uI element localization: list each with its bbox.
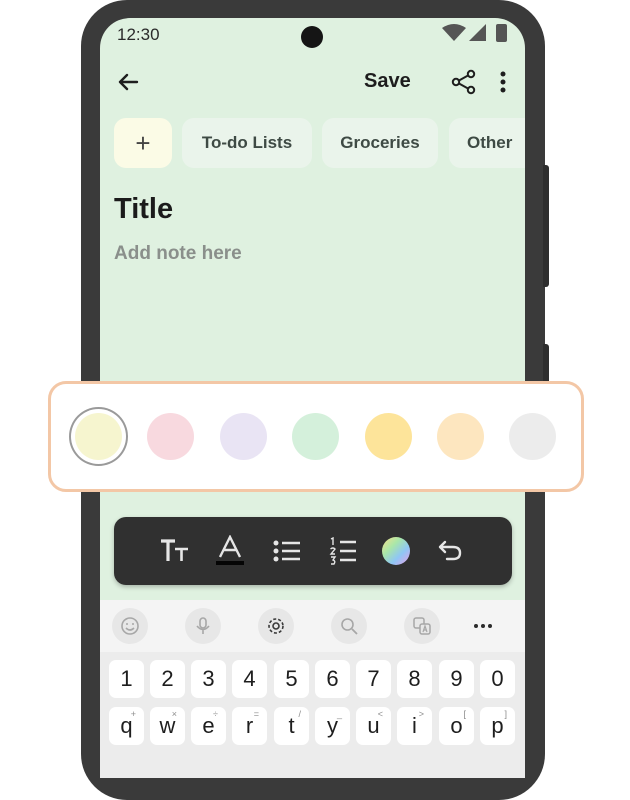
color-swatch[interactable] (147, 413, 194, 460)
key-number[interactable]: 2 (150, 660, 185, 698)
camera-cutout (301, 26, 323, 48)
voice-input-button[interactable] (185, 608, 221, 644)
key-number[interactable]: 9 (439, 660, 474, 698)
translate-icon (413, 617, 431, 635)
key-hint: + (130, 709, 136, 719)
more-vertical-icon (500, 71, 506, 93)
key-hint: ] (504, 709, 507, 719)
translate-button[interactable] (404, 608, 440, 644)
emoji-button[interactable] (112, 608, 148, 644)
key-hint: × (171, 709, 177, 719)
back-button[interactable] (114, 68, 142, 96)
undo-button[interactable] (433, 534, 467, 568)
key-label: t (288, 713, 295, 738)
status-icons (442, 24, 512, 44)
key-number[interactable]: 6 (315, 660, 350, 698)
key-hint: = (253, 709, 259, 719)
key-label: p (491, 713, 504, 738)
key-number[interactable]: 3 (191, 660, 226, 698)
text-color-icon (216, 535, 244, 565)
keyboard-search-button[interactable] (331, 608, 367, 644)
key-letter[interactable]: ] p (480, 707, 515, 745)
color-palette-icon (382, 537, 410, 565)
keyboard: 1 2 3 4 5 6 7 8 9 0 + q × w ÷ e = r / t _ y < u > i[o] p (100, 600, 525, 778)
color-picker-card (48, 381, 584, 492)
battery-icon (496, 24, 507, 42)
key-hint: _ (336, 709, 342, 719)
format-toolbar (114, 517, 512, 585)
key-hint: < (377, 709, 383, 719)
note-title[interactable]: Title (114, 193, 173, 226)
chip-other[interactable]: Other (449, 118, 525, 168)
key-number[interactable]: 4 (232, 660, 267, 698)
search-icon (341, 618, 358, 635)
status-time: 12:30 (117, 25, 160, 44)
bullet-list-icon (273, 540, 300, 562)
key-hint: / (298, 709, 301, 719)
bullet-list-button[interactable] (270, 534, 304, 568)
keyboard-settings-button[interactable] (258, 608, 294, 644)
save-button[interactable]: Save (364, 70, 411, 93)
signal-icon (469, 24, 486, 41)
key-hint: [ (463, 709, 466, 719)
key-letter[interactable]: _ y (315, 707, 350, 745)
text-size-button[interactable] (158, 534, 192, 568)
key-number[interactable]: 0 (480, 660, 515, 698)
microphone-icon (196, 617, 210, 634)
key-hint: ÷ (213, 709, 218, 719)
chip-groceries[interactable]: Groceries (322, 118, 438, 168)
app-bar: Save (100, 64, 525, 104)
key-letter[interactable]: + q (109, 707, 144, 745)
key-number[interactable]: 5 (274, 660, 309, 698)
color-swatch[interactable] (220, 413, 267, 460)
key-number[interactable]: 8 (397, 660, 432, 698)
category-chips: + To-do Lists Groceries Other (114, 118, 525, 170)
undo-icon (438, 540, 462, 561)
more-horizontal-icon (474, 624, 492, 628)
emoji-icon (121, 617, 139, 635)
numbered-list-icon (329, 537, 356, 565)
numbered-list-button[interactable] (326, 534, 360, 568)
color-swatch[interactable] (509, 413, 556, 460)
color-swatch[interactable] (365, 413, 412, 460)
volume-button (543, 165, 549, 287)
key-number[interactable]: 7 (356, 660, 391, 698)
key-letter[interactable]: > i (397, 707, 432, 745)
key-label: o (450, 713, 463, 738)
share-button[interactable] (449, 67, 479, 97)
key-number[interactable]: 1 (109, 660, 144, 698)
note-body-input[interactable]: Add note here (114, 243, 242, 265)
settings-icon (268, 618, 284, 634)
key-letter[interactable]: × w (150, 707, 185, 745)
keyboard-toolbar (100, 600, 525, 652)
color-swatch[interactable] (75, 413, 122, 460)
note-color-button[interactable] (379, 534, 413, 568)
text-color-button[interactable] (213, 534, 247, 568)
power-button (543, 344, 549, 386)
keyboard-more-button[interactable] (465, 608, 501, 644)
chip-todo-lists[interactable]: To-do Lists (182, 118, 312, 168)
color-swatch[interactable] (292, 413, 339, 460)
keyboard-keys: 1 2 3 4 5 6 7 8 9 0 + q × w ÷ e = r / t _ y < u > i[o] p (100, 652, 525, 778)
color-swatch[interactable] (437, 413, 484, 460)
key-label: r (245, 713, 254, 738)
arrow-left-icon (118, 73, 139, 91)
key-letter[interactable]: / t (274, 707, 309, 745)
wifi-icon (442, 24, 466, 41)
share-icon (451, 69, 476, 95)
text-size-icon (161, 539, 188, 561)
more-options-button[interactable] (493, 67, 513, 97)
add-category-button[interactable]: + (114, 118, 172, 168)
key-letter[interactable]: ÷ e (191, 707, 226, 745)
key-hint: > (418, 709, 424, 719)
status-bar: 12:30 (100, 18, 525, 52)
key-label: i (412, 713, 417, 738)
key-letter[interactable]: [o (439, 707, 474, 745)
key-letter[interactable]: = r (232, 707, 267, 745)
key-letter[interactable]: < u (356, 707, 391, 745)
